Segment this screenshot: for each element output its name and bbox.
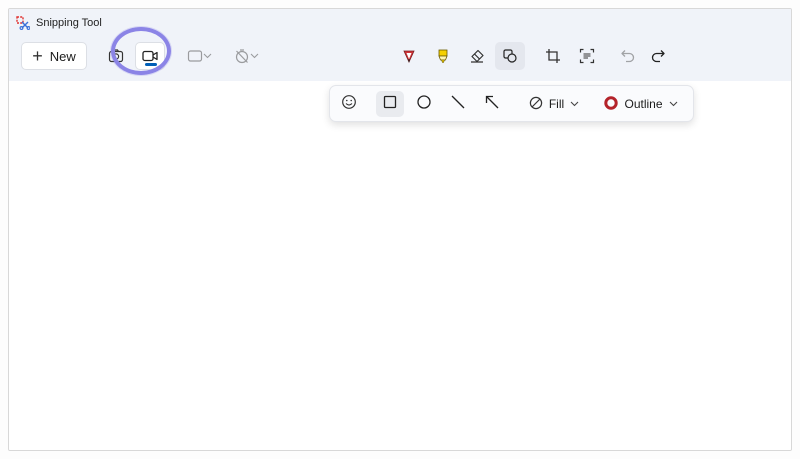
video-camera-icon <box>142 49 158 63</box>
new-snip-button[interactable]: + New <box>21 42 87 70</box>
rectangle-icon <box>383 95 397 114</box>
snipping-tool-app-icon <box>16 16 31 30</box>
outline-label: Outline <box>624 97 663 111</box>
highlighter-icon <box>435 48 451 64</box>
undo-button[interactable] <box>615 42 641 70</box>
plus-icon: + <box>32 46 43 66</box>
chevron-down-icon <box>203 53 212 59</box>
capture-canvas <box>9 81 791 450</box>
snip-shape-dropdown[interactable] <box>181 42 217 70</box>
screenshot-mode-button[interactable] <box>103 42 129 70</box>
arrow-icon <box>484 94 500 115</box>
chevron-down-icon <box>669 99 678 109</box>
crop-icon <box>545 48 561 64</box>
highlighter-button[interactable] <box>429 42 457 70</box>
video-mode-button[interactable] <box>135 42 165 70</box>
ballpoint-pen-icon <box>401 48 417 64</box>
title-bar: Snipping Tool <box>9 9 791 37</box>
fill-dropdown[interactable]: Fill <box>524 91 584 117</box>
line-icon <box>450 94 466 115</box>
main-toolbar: + New <box>9 37 791 81</box>
new-button-label: New <box>49 48 76 64</box>
undo-icon <box>620 48 636 64</box>
crop-button[interactable] <box>539 42 567 70</box>
ballpoint-pen-button[interactable] <box>395 42 423 70</box>
outline-dropdown[interactable]: Outline <box>598 91 684 117</box>
no-delay-timer-icon <box>234 48 250 64</box>
arrow-shape-button[interactable] <box>478 91 506 117</box>
no-fill-icon <box>529 96 543 113</box>
redo-icon <box>650 48 666 64</box>
outline-color-icon <box>604 95 619 113</box>
ellipse-icon <box>416 94 432 115</box>
shapes-panel: Fill Outline <box>329 85 694 122</box>
ellipse-shape-button[interactable] <box>410 91 438 117</box>
emoji-icon <box>341 94 357 115</box>
shapes-icon <box>502 48 518 64</box>
eraser-icon <box>469 48 485 64</box>
line-shape-button[interactable] <box>444 91 472 117</box>
shapes-button[interactable] <box>495 42 525 70</box>
chevron-down-icon <box>250 53 259 59</box>
app-title: Snipping Tool <box>36 17 102 29</box>
eraser-button[interactable] <box>463 42 491 70</box>
redo-button[interactable] <box>645 42 671 70</box>
rectangle-snip-icon <box>187 49 203 63</box>
text-actions-icon <box>579 48 595 64</box>
camera-icon <box>108 48 124 64</box>
selected-mode-indicator <box>145 63 157 66</box>
emoji-shape-button[interactable] <box>336 91 362 117</box>
snipping-tool-window: Snipping Tool + New Fill Outline <box>8 8 792 451</box>
delay-dropdown[interactable] <box>227 42 265 70</box>
chevron-down-icon <box>570 99 579 109</box>
fill-label: Fill <box>548 97 565 111</box>
text-actions-button[interactable] <box>573 42 601 70</box>
rectangle-shape-button[interactable] <box>376 91 404 117</box>
